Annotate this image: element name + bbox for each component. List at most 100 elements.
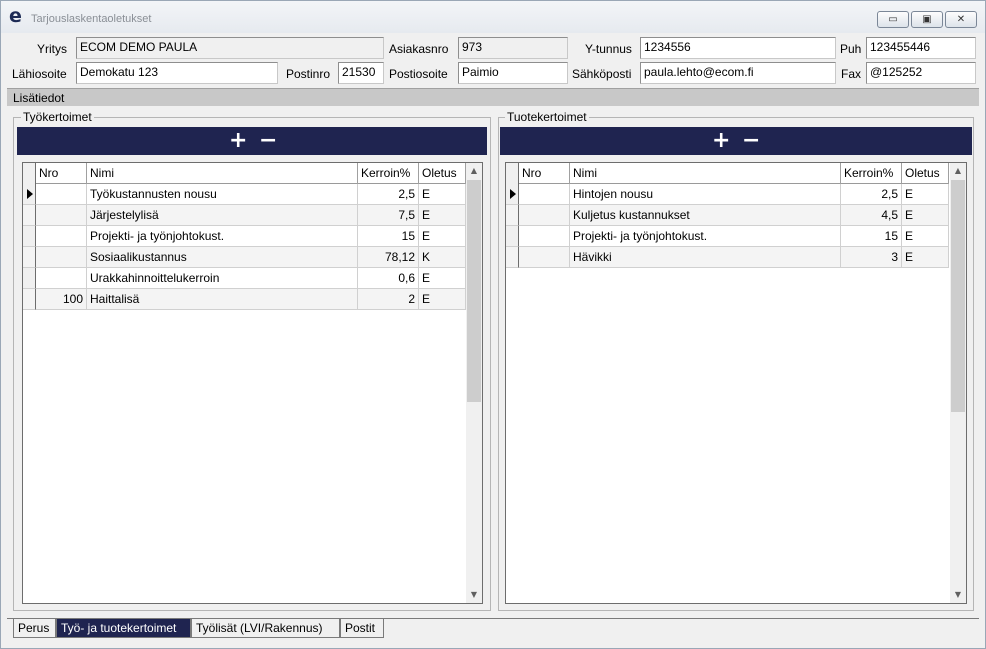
header-oletus[interactable]: Oletus: [902, 163, 949, 184]
cell-oletus[interactable]: E: [902, 226, 949, 247]
cell-nimi[interactable]: Kuljetus kustannukset: [570, 205, 841, 226]
current-row-arrow-icon: [510, 189, 516, 199]
tuotekertoimet-table[interactable]: Nro Nimi Kerroin% Oletus Hintojen nousu 2,5 E K…: [505, 162, 967, 604]
table-row[interactable]: Projekti- ja työnjohtokust. 15 E: [506, 226, 949, 247]
cell-nimi[interactable]: Hintojen nousu: [570, 184, 841, 205]
cell-nro[interactable]: [519, 226, 570, 247]
cell-nimi[interactable]: Haittalisä: [87, 289, 358, 310]
cell-oletus[interactable]: E: [419, 184, 466, 205]
header-oletus[interactable]: Oletus: [419, 163, 466, 184]
cell-kerroin[interactable]: 2,5: [841, 184, 902, 205]
header-nimi[interactable]: Nimi: [87, 163, 358, 184]
scroll-up-icon[interactable]: ▲: [950, 163, 966, 179]
tab-1[interactable]: Työ- ja tuotekertoimet: [56, 619, 191, 638]
tab-3[interactable]: Postit: [340, 619, 384, 638]
cell-kerroin[interactable]: 15: [358, 226, 419, 247]
scroll-thumb[interactable]: [467, 180, 481, 402]
cell-nro[interactable]: [519, 205, 570, 226]
asiakasnro-field[interactable]: 973: [458, 37, 568, 59]
postinro-field[interactable]: 21530: [338, 62, 384, 84]
scroll-up-icon[interactable]: ▲: [466, 163, 482, 179]
header-indicator: [506, 163, 519, 184]
scroll-down-icon[interactable]: ▼: [950, 587, 966, 603]
row-indicator: [23, 226, 36, 247]
tab-0[interactable]: Perus: [13, 619, 56, 638]
tyo-add-button[interactable]: +: [229, 128, 247, 154]
table-row[interactable]: Järjestelylisä 7,5 E: [23, 205, 466, 226]
scroll-down-icon[interactable]: ▼: [466, 587, 482, 603]
cell-oletus[interactable]: E: [419, 226, 466, 247]
cell-kerroin[interactable]: 2,5: [358, 184, 419, 205]
cell-oletus[interactable]: K: [419, 247, 466, 268]
cell-nro[interactable]: [36, 247, 87, 268]
table-row[interactable]: Kuljetus kustannukset 4,5 E: [506, 205, 949, 226]
cell-oletus[interactable]: E: [902, 184, 949, 205]
close-icon: ✕: [956, 14, 966, 25]
yritys-field[interactable]: ECOM DEMO PAULA: [76, 37, 384, 59]
ytunnus-field[interactable]: 1234556: [640, 37, 836, 59]
cell-kerroin[interactable]: 0,6: [358, 268, 419, 289]
puh-label: Puh: [840, 42, 862, 56]
header-nimi[interactable]: Nimi: [570, 163, 841, 184]
tyokertoimet-table[interactable]: Nro Nimi Kerroin% Oletus Työkustannusten nou…: [22, 162, 483, 604]
table-row[interactable]: Työkustannusten nousu 2,5 E: [23, 184, 466, 205]
cell-kerroin[interactable]: 2: [358, 289, 419, 310]
table-row[interactable]: Sosiaalikustannus 78,12 K: [23, 247, 466, 268]
cell-nro[interactable]: [36, 205, 87, 226]
postiosoite-field[interactable]: Paimio: [458, 62, 568, 84]
cell-oletus[interactable]: E: [419, 268, 466, 289]
maximize-button[interactable]: ▣: [911, 11, 943, 28]
fax-field[interactable]: @125252: [866, 62, 976, 84]
cell-nimi[interactable]: Hävikki: [570, 247, 841, 268]
header-nro[interactable]: Nro: [519, 163, 570, 184]
cell-oletus[interactable]: E: [419, 205, 466, 226]
cell-nimi[interactable]: Urakkahinnoittelukerroin: [87, 268, 358, 289]
cell-nro[interactable]: 100: [36, 289, 87, 310]
cell-nimi[interactable]: Sosiaalikustannus: [87, 247, 358, 268]
table-row[interactable]: Urakkahinnoittelukerroin 0,6 E: [23, 268, 466, 289]
vertical-scrollbar[interactable]: ▲ ▼: [466, 163, 482, 603]
asiakasnro-label: Asiakasnro: [389, 42, 449, 56]
cell-kerroin[interactable]: 15: [841, 226, 902, 247]
table-row[interactable]: Hintojen nousu 2,5 E: [506, 184, 949, 205]
header-kerroin[interactable]: Kerroin%: [841, 163, 902, 184]
minimize-button[interactable]: ▭: [877, 11, 909, 28]
cell-nro[interactable]: [519, 247, 570, 268]
lisatiedot-band[interactable]: Lisätiedot: [7, 88, 979, 106]
row-indicator: [506, 184, 519, 205]
row-indicator: [23, 205, 36, 226]
tuote-remove-button[interactable]: −: [742, 128, 760, 154]
cell-kerroin[interactable]: 3: [841, 247, 902, 268]
vertical-scrollbar[interactable]: ▲ ▼: [950, 163, 966, 603]
cell-nro[interactable]: [36, 226, 87, 247]
tyo-remove-button[interactable]: −: [259, 128, 277, 154]
row-indicator: [23, 268, 36, 289]
cell-nro[interactable]: [519, 184, 570, 205]
header-kerroin[interactable]: Kerroin%: [358, 163, 419, 184]
header-nro[interactable]: Nro: [36, 163, 87, 184]
cell-nimi[interactable]: Projekti- ja työnjohtokust.: [87, 226, 358, 247]
close-button[interactable]: ✕: [945, 11, 977, 28]
cell-oletus[interactable]: E: [902, 205, 949, 226]
maximize-icon: ▣: [922, 14, 932, 25]
cell-nimi[interactable]: Projekti- ja työnjohtokust.: [570, 226, 841, 247]
cell-nro[interactable]: [36, 184, 87, 205]
cell-nimi[interactable]: Järjestelylisä: [87, 205, 358, 226]
cell-oletus[interactable]: E: [419, 289, 466, 310]
puh-field[interactable]: 123455446: [866, 37, 976, 59]
sahkoposti-field[interactable]: paula.lehto@ecom.fi: [640, 62, 836, 84]
cell-kerroin[interactable]: 4,5: [841, 205, 902, 226]
scroll-thumb[interactable]: [951, 180, 965, 412]
lahiosoite-field[interactable]: Demokatu 123: [76, 62, 278, 84]
table-row[interactable]: 100 Haittalisä 2 E: [23, 289, 466, 310]
cell-kerroin[interactable]: 78,12: [358, 247, 419, 268]
cell-nimi[interactable]: Työkustannusten nousu: [87, 184, 358, 205]
table-row[interactable]: Projekti- ja työnjohtokust. 15 E: [23, 226, 466, 247]
cell-oletus[interactable]: E: [902, 247, 949, 268]
row-indicator: [23, 247, 36, 268]
tuote-add-button[interactable]: +: [712, 128, 730, 154]
table-row[interactable]: Hävikki 3 E: [506, 247, 949, 268]
cell-nro[interactable]: [36, 268, 87, 289]
tab-2[interactable]: Työlisät (LVI/Rakennus): [191, 619, 340, 638]
cell-kerroin[interactable]: 7,5: [358, 205, 419, 226]
